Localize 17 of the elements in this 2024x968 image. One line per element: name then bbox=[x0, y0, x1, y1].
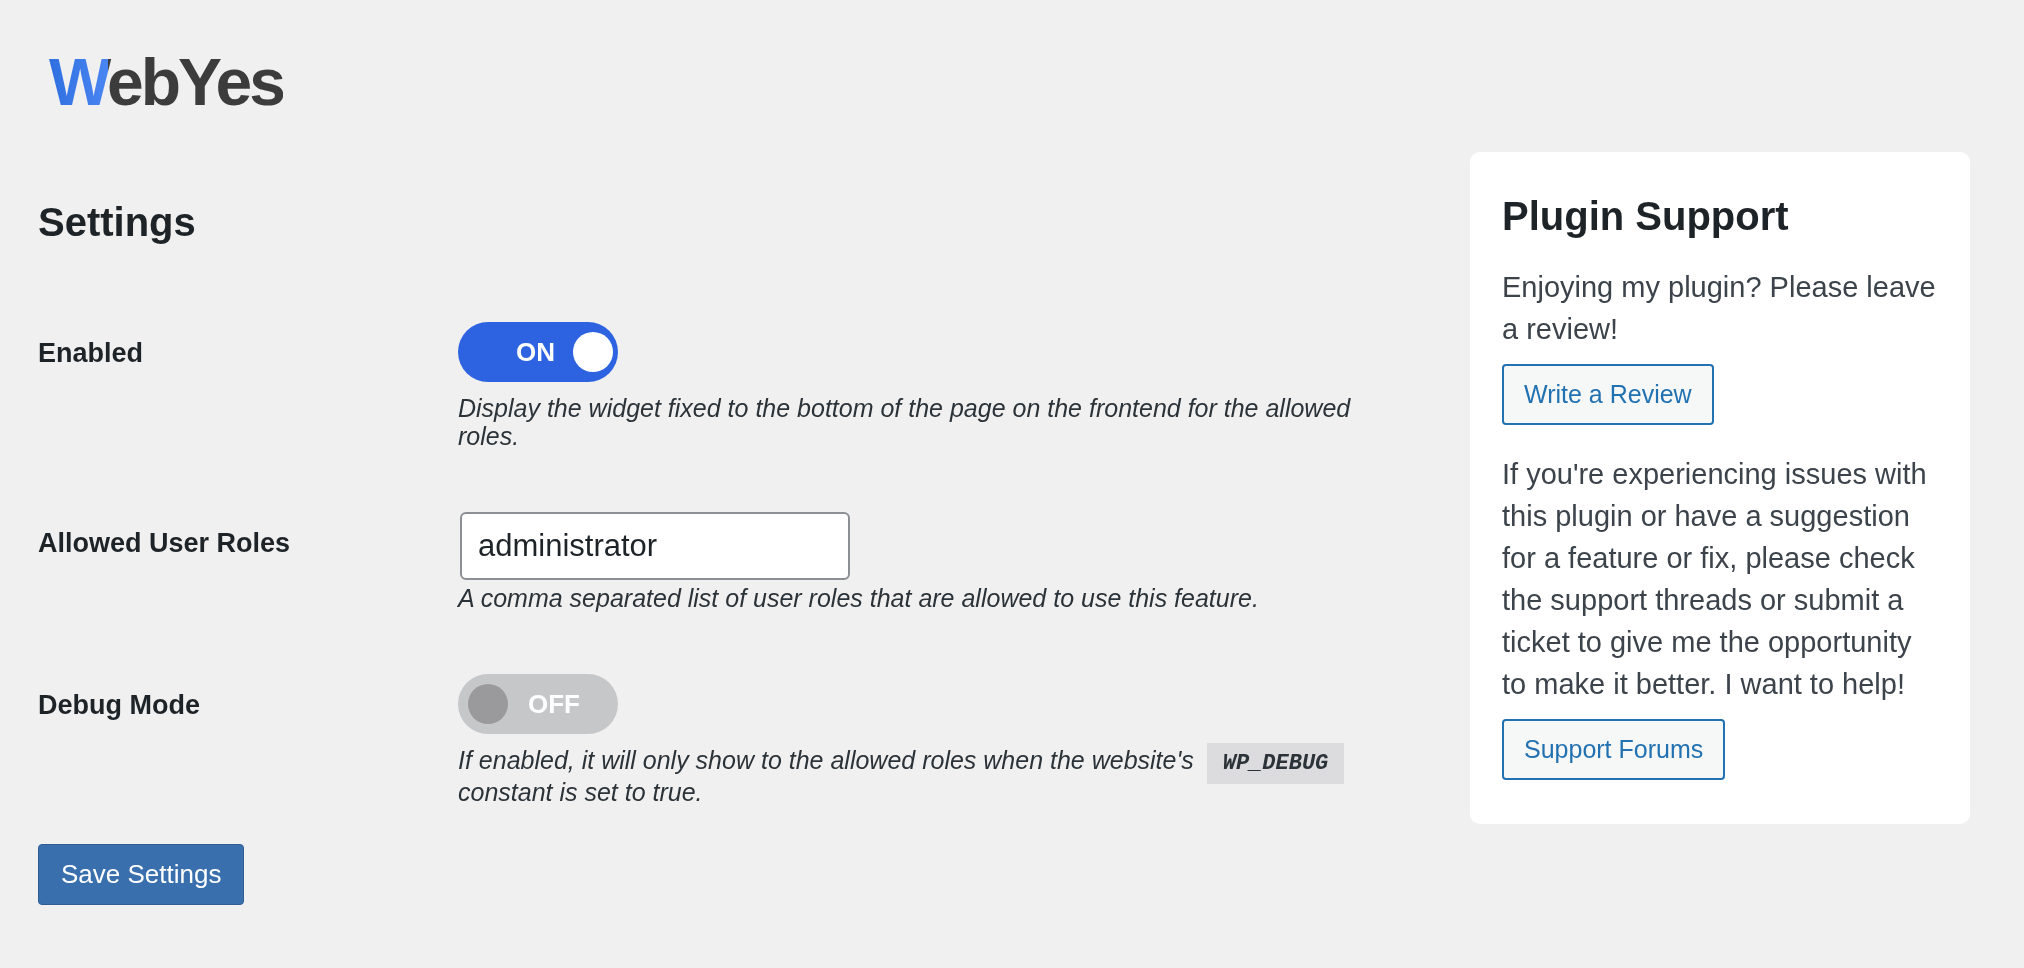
field-label: Enabled bbox=[38, 337, 145, 369]
card-text: Enjoying my plugin? Please leave a review! bbox=[1502, 270, 1937, 347]
field-description: A comma separated list of user roles that are allowed to use this feature. bbox=[458, 584, 1259, 612]
field-description: Display the widget fixed to the bottom of the page on the frontend for the allowed roles. bbox=[458, 394, 1351, 450]
outline-button[interactable]: Write a Review bbox=[1502, 364, 1714, 425]
field-label: Allowed User Roles bbox=[38, 527, 292, 559]
toggle-switch[interactable]: ON bbox=[458, 322, 618, 382]
page-title: Settings bbox=[38, 199, 197, 246]
card-text: If you're experiencing issues with this plugin or have a suggestion for a feature or fix, please check the support threads or submit a ticket to give me the opportunity to make it better. I want to help! bbox=[1502, 457, 1928, 702]
outline-button[interactable]: Support Forums bbox=[1502, 719, 1726, 780]
save-button[interactable]: Save Settings bbox=[38, 844, 245, 905]
field-label: Debug Mode bbox=[38, 689, 201, 721]
field-description: If enabled, it will only show to the allowed roles when the website's bbox=[458, 746, 1194, 774]
code-snippet: WP_DEBUG bbox=[1206, 743, 1345, 784]
roles-input[interactable]: administrator bbox=[460, 512, 850, 580]
field-description: constant is set to true. bbox=[458, 778, 704, 806]
card-title: Plugin Support bbox=[1502, 193, 1790, 240]
